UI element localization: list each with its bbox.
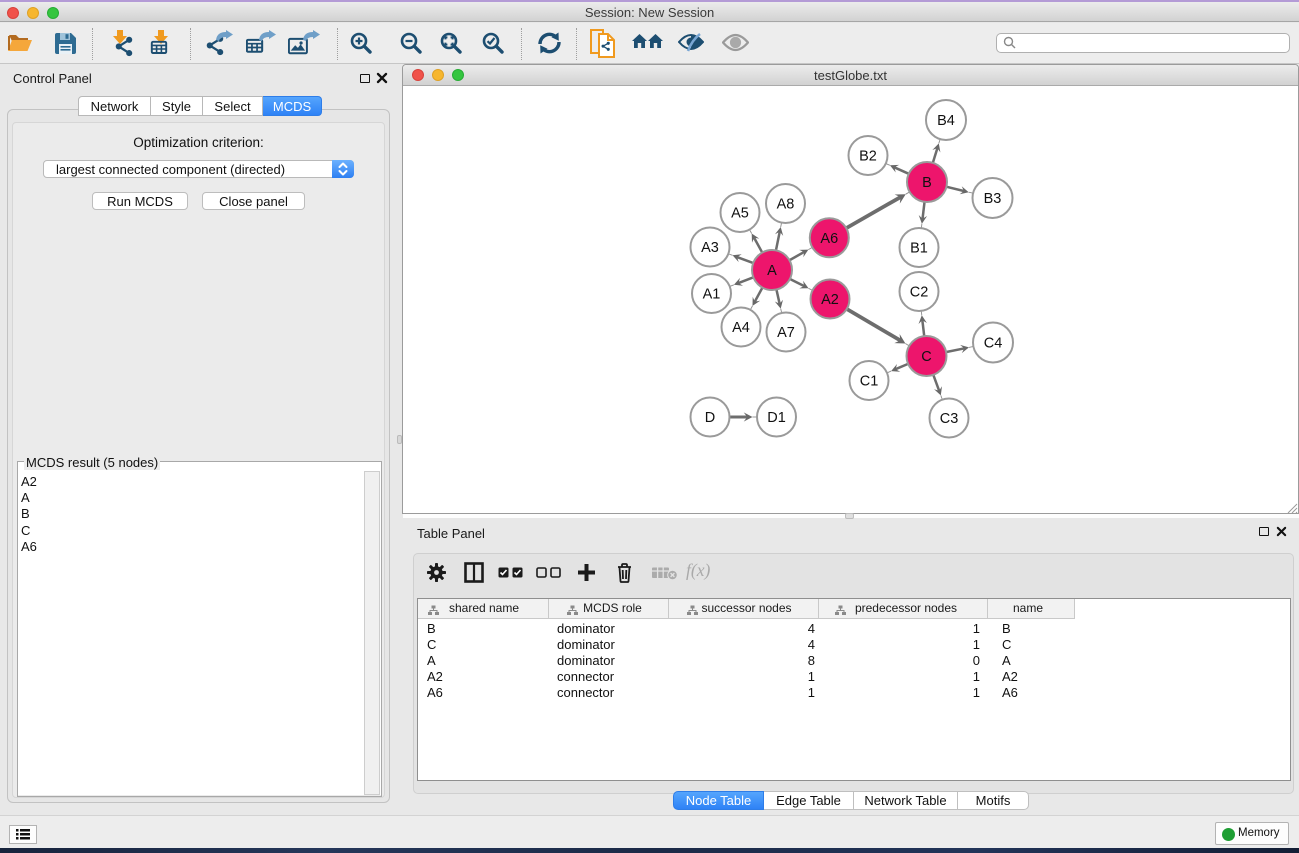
- svg-text:C4: C4: [984, 336, 1003, 352]
- svg-text:C2: C2: [910, 285, 929, 301]
- svg-text:C1: C1: [860, 374, 879, 390]
- svg-text:D: D: [705, 410, 715, 426]
- svg-text:A4: A4: [732, 320, 750, 336]
- svg-text:B3: B3: [984, 191, 1002, 207]
- svg-text:A6: A6: [820, 231, 838, 247]
- svg-text:B2: B2: [859, 149, 877, 165]
- svg-text:B4: B4: [937, 113, 955, 129]
- svg-text:D1: D1: [767, 410, 786, 426]
- svg-text:A: A: [767, 263, 777, 279]
- svg-text:A8: A8: [777, 197, 795, 213]
- svg-text:A2: A2: [821, 292, 839, 308]
- svg-text:A5: A5: [731, 206, 749, 222]
- svg-text:C: C: [921, 349, 931, 365]
- svg-text:A1: A1: [703, 287, 721, 303]
- svg-text:C3: C3: [940, 411, 959, 427]
- svg-text:A7: A7: [777, 325, 795, 341]
- svg-text:B: B: [922, 175, 932, 191]
- svg-text:B1: B1: [910, 241, 928, 257]
- svg-text:A3: A3: [701, 240, 719, 256]
